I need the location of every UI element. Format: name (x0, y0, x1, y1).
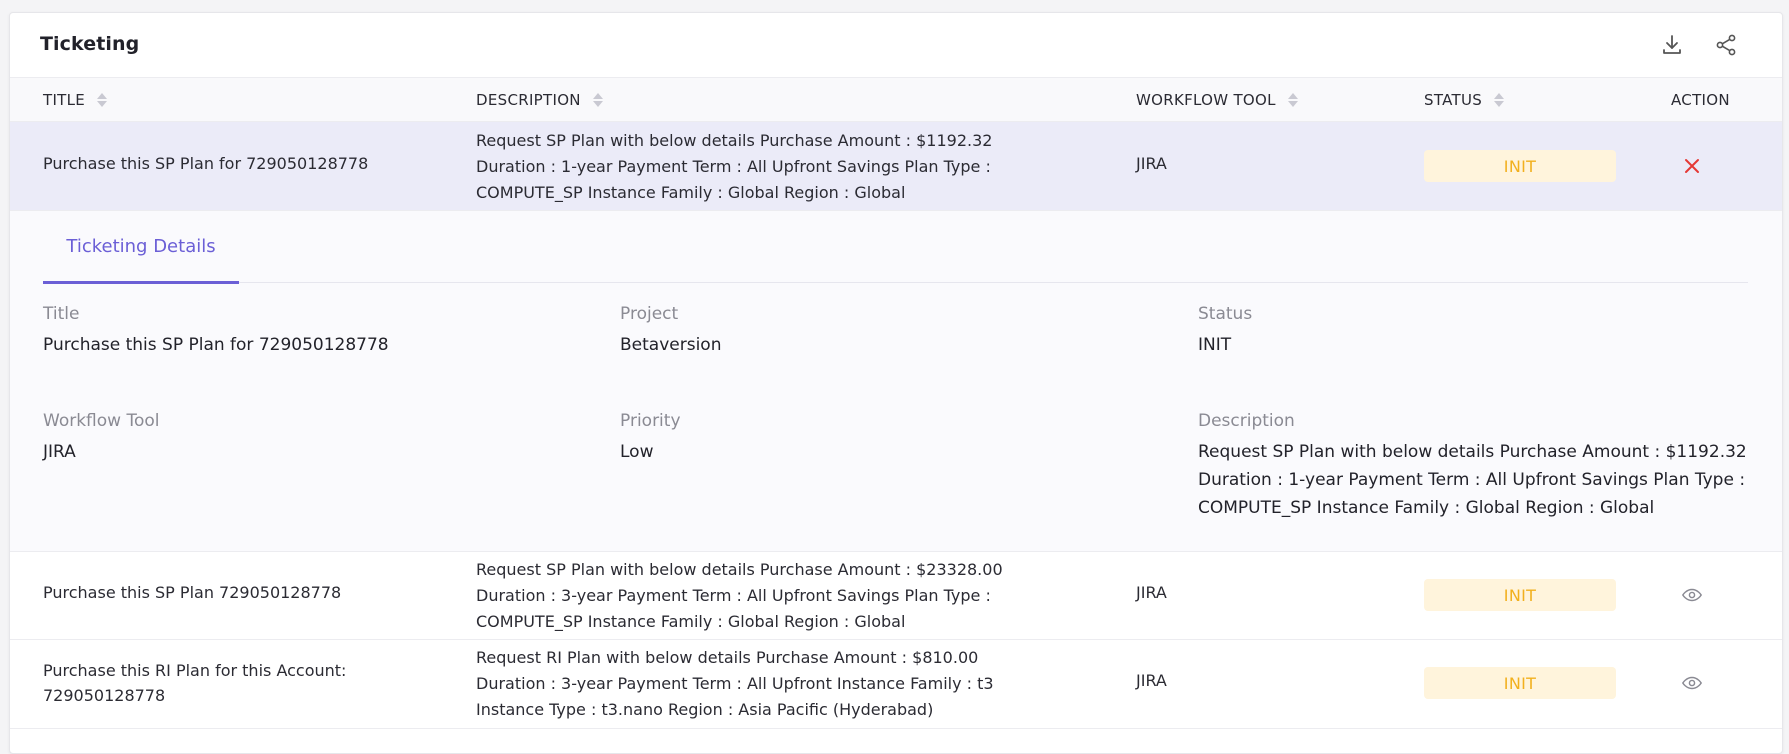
column-header-workflow-tool[interactable]: WORKFLOW TOOL (1136, 91, 1298, 109)
row-description-line: Duration : 3-year Payment Term : All Upf… (476, 586, 991, 605)
detail-priority-value: Low (620, 442, 654, 462)
status-badge: INIT (1424, 150, 1616, 182)
row-description-line: Duration : 1-year Payment Term : All Upf… (476, 157, 991, 176)
table-row[interactable]: Purchase this SP Plan for 729050128778 R… (10, 122, 1782, 211)
row-description: Request SP Plan with below details Purch… (476, 557, 1016, 635)
close-icon[interactable] (1674, 148, 1710, 184)
row-description-line: Request SP Plan with below details Purch… (476, 560, 1003, 579)
row-title-line: 729050128778 (43, 686, 166, 705)
detail-project: Project Betaversion (620, 304, 721, 359)
detail-description-label: Description (1198, 411, 1295, 431)
ticketing-card: Ticketing TITLE DESCRIPTION WORKFLOW TOO… (9, 12, 1783, 754)
detail-status-value: INIT (1198, 335, 1232, 355)
column-header-action: ACTION (1671, 91, 1730, 109)
column-header-title[interactable]: TITLE (43, 91, 108, 109)
detail-description-line: COMPUTE_SP Instance Family : Global Regi… (1198, 498, 1655, 518)
detail-project-label: Project (620, 304, 679, 324)
column-header-title-label: TITLE (43, 91, 86, 109)
row-title-line: Purchase this RI Plan for this Account: (43, 661, 347, 680)
status-badge: INIT (1424, 579, 1616, 611)
detail-project-value: Betaversion (620, 335, 722, 355)
tab-ticketing-details[interactable]: Ticketing Details (43, 211, 239, 284)
row-title: Purchase this SP Plan for 729050128778 (43, 154, 369, 173)
detail-priority: Priority Low (620, 411, 681, 466)
column-header-description-label: DESCRIPTION (476, 91, 581, 109)
status-badge: INIT (1424, 667, 1616, 699)
ticketing-details-panel: Ticketing Details Title Purchase this SP… (10, 211, 1782, 552)
row-description: Request SP Plan with below details Purch… (476, 128, 1016, 206)
row-description-line: Duration : 3-year Payment Term : All Upf… (476, 674, 994, 693)
details-tabbar: Ticketing Details (43, 211, 1748, 284)
row-workflow-tool: JIRA (1136, 583, 1167, 602)
table-row[interactable]: Purchase this SP Plan 729050128778 Reque… (10, 552, 1782, 640)
page-title: Ticketing (40, 33, 140, 55)
sort-icon[interactable] (592, 93, 603, 107)
detail-status: Status INIT (1198, 304, 1252, 359)
detail-title: Title Purchase this SP Plan for 72905012… (43, 304, 389, 359)
column-header-status[interactable]: STATUS (1424, 91, 1505, 109)
column-header-description[interactable]: DESCRIPTION (476, 91, 603, 109)
row-description-line: COMPUTE_SP Instance Family : Global Regi… (476, 183, 906, 202)
detail-description-line: Duration : 1-year Payment Term : All Upf… (1198, 470, 1746, 490)
detail-status-label: Status (1198, 304, 1253, 324)
detail-workflow-tool-label: Workflow Tool (43, 411, 160, 431)
table-header: TITLE DESCRIPTION WORKFLOW TOOL STATUS A… (10, 78, 1782, 122)
row-description-line: Request SP Plan with below details Purch… (476, 131, 993, 150)
sort-icon[interactable] (1494, 93, 1505, 107)
row-description-line: Request RI Plan with below details Purch… (476, 648, 979, 667)
row-description: Request RI Plan with below details Purch… (476, 645, 1016, 723)
detail-workflow-tool-value: JIRA (43, 442, 76, 462)
row-title: Purchase this SP Plan 729050128778 (43, 583, 342, 602)
sort-icon[interactable] (97, 93, 108, 107)
card-header: Ticketing (10, 13, 1782, 78)
row-description-line: Instance Type : t3.nano Region : Asia Pa… (476, 700, 934, 719)
sort-icon[interactable] (1287, 93, 1298, 107)
detail-workflow-tool: Workflow Tool JIRA (43, 411, 160, 466)
column-header-status-label: STATUS (1424, 91, 1483, 109)
row-workflow-tool: JIRA (1136, 154, 1167, 173)
detail-title-value: Purchase this SP Plan for 729050128778 (43, 335, 389, 355)
detail-title-label: Title (43, 304, 80, 324)
row-workflow-tool: JIRA (1136, 671, 1167, 690)
column-header-workflow-tool-label: WORKFLOW TOOL (1136, 91, 1276, 109)
eye-icon[interactable] (1674, 665, 1710, 701)
eye-icon[interactable] (1674, 577, 1710, 613)
row-description-line: COMPUTE_SP Instance Family : Global Regi… (476, 612, 906, 631)
column-header-action-label: ACTION (1671, 91, 1730, 109)
share-icon[interactable] (1712, 31, 1740, 59)
detail-description-line: Request SP Plan with below details Purch… (1198, 442, 1747, 462)
row-title: Purchase this RI Plan for this Account: … (43, 658, 346, 708)
detail-description: Description Request SP Plan with below d… (1198, 411, 1768, 522)
detail-priority-label: Priority (620, 411, 681, 431)
download-icon[interactable] (1658, 31, 1686, 59)
table-row[interactable]: Purchase this RI Plan for this Account: … (10, 640, 1782, 729)
